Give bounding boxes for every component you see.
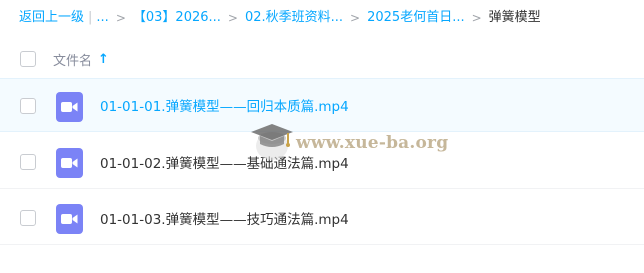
breadcrumb-item-2025[interactable]: 2025老何首日... xyxy=(367,8,464,28)
breadcrumb: 返回上一级 | ... > 【03】2026... > 02.秋季班资料... … xyxy=(19,8,541,28)
breadcrumb-divider: | xyxy=(88,10,93,25)
chevron-right-icon: > xyxy=(227,11,238,25)
video-camera-icon xyxy=(61,102,78,112)
chevron-right-icon: > xyxy=(350,11,361,25)
breadcrumb-current: 弹簧模型 xyxy=(488,10,541,25)
breadcrumb-ellipsis[interactable]: ... xyxy=(96,8,108,28)
file-name[interactable]: 01-01-01.弹簧模型——回归本质篇.mp4 xyxy=(100,95,349,115)
breadcrumb-item-03-2026[interactable]: 【03】2026... xyxy=(133,8,221,28)
file-name[interactable]: 01-01-03.弹簧模型——技巧通法篇.mp4 xyxy=(100,208,349,228)
file-row[interactable]: 01-01-01.弹簧模型——回归本质篇.mp4 xyxy=(0,78,644,132)
video-camera-icon xyxy=(61,214,78,224)
row-checkbox[interactable] xyxy=(20,154,36,170)
breadcrumb-item-autumn-class[interactable]: 02.秋季班资料... xyxy=(245,8,343,28)
file-row[interactable]: 01-01-02.弹簧模型——基础通法篇.mp4 xyxy=(0,135,644,189)
filename-column-label: 文件名 xyxy=(53,53,93,69)
video-file-icon xyxy=(56,148,83,178)
file-row[interactable]: 01-01-03.弹簧模型——技巧通法篇.mp4 xyxy=(0,191,644,245)
chevron-right-icon: > xyxy=(471,11,482,25)
row-checkbox[interactable] xyxy=(20,210,36,226)
video-file-icon xyxy=(56,204,83,234)
list-header: 文件名 ↑ xyxy=(0,40,644,78)
file-browser: 返回上一级 | ... > 【03】2026... > 02.秋季班资料... … xyxy=(0,0,644,273)
chevron-right-icon: > xyxy=(115,11,126,25)
select-all-checkbox[interactable] xyxy=(20,51,36,67)
video-camera-icon xyxy=(61,158,78,168)
row-checkbox[interactable] xyxy=(20,98,36,114)
arrow-up-icon[interactable]: ↑ xyxy=(98,52,109,67)
back-link[interactable]: 返回上一级 xyxy=(19,8,84,28)
file-name[interactable]: 01-01-02.弹簧模型——基础通法篇.mp4 xyxy=(100,152,349,172)
filename-column-header[interactable]: 文件名 ↑ xyxy=(53,50,109,69)
video-file-icon xyxy=(56,92,83,122)
